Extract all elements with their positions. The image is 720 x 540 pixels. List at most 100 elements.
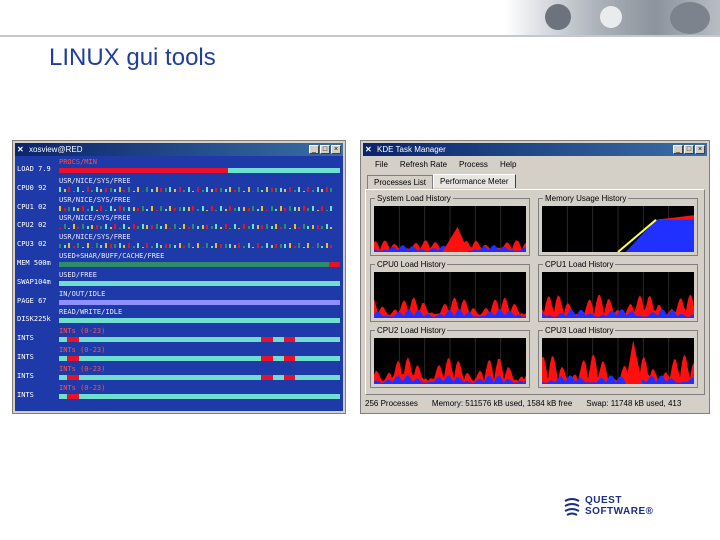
history-tick [141,190,144,192]
menu-process[interactable]: Process [459,160,488,169]
minimize-icon: _ [676,146,680,153]
ktm-titlebar[interactable]: ✕ KDE Task Manager _ □ × [363,143,707,156]
close-button[interactable]: × [331,145,341,154]
cpu2-load-graph [374,338,526,384]
quest-software-logo: QUEST SOFTWARE® [563,495,683,520]
history-tick [192,205,195,211]
history-tick [187,243,190,249]
history-tick [224,188,227,192]
history-tick [284,207,287,211]
history-tick [293,189,296,192]
minimize-button[interactable]: _ [309,145,319,154]
history-tick [192,224,195,230]
history-tick [238,228,241,230]
meter-caption: IN/OUT/IDLE [59,289,106,298]
history-tick [164,208,167,211]
history-tick [330,205,333,211]
maximize-button[interactable]: □ [684,145,694,154]
interrupt-mark [67,337,79,343]
graph-title: CPU1 Load History [543,260,616,269]
history-tick [132,246,135,249]
history-tick [215,243,218,249]
history-tick [68,186,71,192]
ktm-window: ✕ KDE Task Manager _ □ × File Refresh Ra… [360,140,710,414]
history-tick [261,189,264,192]
cpu2-load-group: CPU2 Load History [370,326,530,388]
history-tick [238,243,241,249]
system-load-graph [374,206,526,252]
xosview-titlebar[interactable]: ✕ xosview@RED _ □ × [15,143,343,156]
graph-title: System Load History [375,194,453,203]
meter-caption: USED+SHAR/BUFF/CACHE/FREE [59,252,165,260]
history-tick [270,205,273,211]
history-tick [312,205,314,211]
history-tick [160,187,163,192]
history-tick [215,209,218,211]
history-tick [229,228,232,230]
minimize-button[interactable]: _ [673,145,683,154]
history-tick [132,206,135,211]
meter-caption: USR/NICE/SYS/FREE [59,176,131,185]
history-tick [86,243,89,249]
load-spike [625,340,643,384]
history-tick [298,206,301,211]
xosview-row: SWAP104m USED/FREE [15,271,343,290]
cpu3-load-group: CPU3 Load History [538,326,698,388]
xosview-window: ✕ xosview@RED _ □ × LOAD 7.9 PROCS/MIN CPU… [12,140,346,414]
history-plot [374,338,526,384]
history-tick [146,186,149,192]
interrupt-mark [67,356,79,361]
history-tick [63,245,66,249]
history-tick [123,224,126,230]
history-tick [197,243,199,249]
history-tick [206,186,209,192]
history-tick [187,206,190,211]
ktm-statusbar: 256 Processes Memory: 511576 kB used, 15… [365,397,705,411]
history-tick [123,206,126,211]
history-tick [174,207,176,211]
menu-refresh-rate[interactable]: Refresh Rate [400,160,447,169]
maximize-button[interactable]: □ [320,145,330,154]
memory-area [625,215,694,252]
xosview-row: INTS INTs (0-23) [15,384,343,403]
history-tick [151,188,153,192]
history-tick [91,205,94,211]
history-tick [293,206,296,211]
maximize-icon: □ [322,146,328,153]
history-tick [137,207,140,211]
history-tick [325,186,328,192]
close-icon: × [697,146,703,153]
history-tick [141,224,144,230]
history-tick [266,224,268,230]
history-tick [233,224,236,230]
menu-file[interactable]: File [375,160,388,169]
history-tick [293,224,296,230]
meter-bar [59,393,340,399]
close-button[interactable]: × [695,145,705,154]
history-tick [183,206,186,211]
meter-bar-end [328,262,340,267]
history-tick [91,247,94,249]
history-tick [224,224,227,230]
tab-performance-meter[interactable]: Performance Meter [433,174,516,188]
history-tick [68,243,71,249]
history-tick [160,245,163,249]
meter-label: DISK225k [17,315,51,324]
history-tick [72,224,75,230]
history-tick [220,227,222,230]
tab-processes-list[interactable]: Processes List [367,175,434,189]
graph-title: CPU0 Load History [375,260,448,269]
history-tick [307,226,310,230]
meter-history [59,186,340,192]
history-tick [284,244,287,249]
menu-help[interactable]: Help [500,160,516,169]
meter-history [59,243,340,249]
history-tick [183,189,186,192]
history-tick [146,208,149,211]
history-tick [123,189,126,192]
history-tick [238,206,241,211]
history-tick [243,190,245,192]
cpu0-load-group: CPU0 Load History [370,260,530,322]
history-tick [59,228,61,230]
history-tick [293,246,296,249]
